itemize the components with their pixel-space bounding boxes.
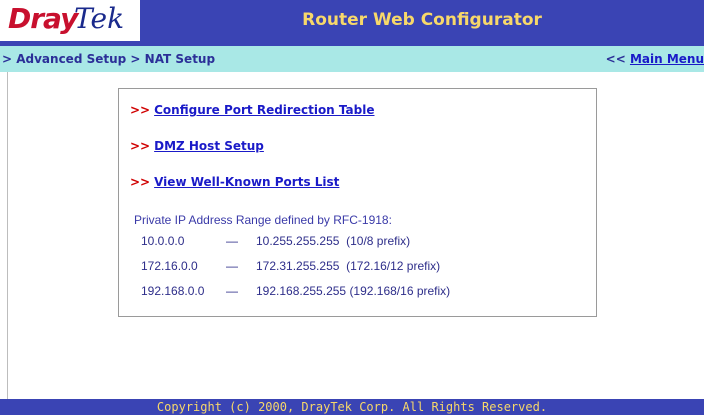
range-start: 192.168.0.0 bbox=[141, 284, 205, 298]
dmz-host-link[interactable]: DMZ Host Setup bbox=[154, 139, 264, 153]
rfc-range-row: 192.168.0.0 — 192.168.255.255 (192.168/1… bbox=[141, 284, 581, 300]
rfc-range-row: 10.0.0.0 — 10.255.255.255 (10/8 prefix) bbox=[141, 234, 581, 250]
header-bar: Dray Tek Router Web Configurator bbox=[0, 0, 704, 46]
range-start: 172.16.0.0 bbox=[141, 259, 198, 273]
range-prefix: (10/8 prefix) bbox=[346, 234, 411, 248]
range-end: 192.168.255.255 bbox=[256, 284, 347, 298]
logo-text-dray: Dray bbox=[8, 2, 78, 35]
range-prefix: (192.168/16 prefix) bbox=[349, 284, 451, 298]
range-end-prefix: 192.168.255.255 (192.168/16 prefix) bbox=[256, 284, 450, 298]
double-arrow-icon: >> bbox=[130, 103, 151, 117]
rfc-title: Private IP Address Range defined by RFC-… bbox=[134, 213, 392, 227]
double-arrow-icon: >> bbox=[130, 175, 151, 189]
range-start: 10.0.0.0 bbox=[141, 234, 185, 248]
port-redirection-link[interactable]: Configure Port Redirection Table bbox=[154, 103, 374, 117]
range-dash: — bbox=[226, 284, 238, 298]
nav-bar: > Advanced Setup > NAT Setup << Main Men… bbox=[0, 46, 704, 72]
well-known-ports-link[interactable]: View Well-Known Ports List bbox=[154, 175, 339, 189]
app-title: Router Web Configurator bbox=[302, 10, 542, 30]
range-dash: — bbox=[226, 259, 238, 273]
range-end-prefix: 172.31.255.255 (172.16/12 prefix) bbox=[256, 259, 440, 273]
content-divider bbox=[7, 72, 8, 399]
draytek-logo: Dray Tek bbox=[0, 0, 142, 41]
copyright-text: Copyright (c) 2000, DrayTek Corp. All Ri… bbox=[156, 400, 548, 414]
nat-setup-panel: >> Configure Port Redirection Table >> DMZ… bbox=[118, 88, 597, 317]
logo-text-tek: Tek bbox=[74, 2, 125, 35]
main-menu-chevron-icon: << bbox=[605, 52, 630, 66]
main-menu-link[interactable]: Main Menu bbox=[630, 52, 704, 66]
rfc-range-row: 172.16.0.0 — 172.31.255.255 (172.16/12 p… bbox=[141, 259, 581, 275]
range-end-prefix: 10.255.255.255 (10/8 prefix) bbox=[256, 234, 410, 248]
footer-bar: Copyright (c) 2000, DrayTek Corp. All Ri… bbox=[0, 399, 704, 415]
range-end: 172.31.255.255 bbox=[256, 259, 340, 273]
link-well-known-ports[interactable]: >> View Well-Known Ports List bbox=[130, 175, 339, 189]
breadcrumb: > Advanced Setup > NAT Setup bbox=[2, 52, 216, 66]
main-menu-link-container: << Main Menu bbox=[606, 46, 704, 72]
double-arrow-icon: >> bbox=[130, 139, 151, 153]
range-end: 10.255.255.255 bbox=[256, 234, 340, 248]
range-prefix: (172.16/12 prefix) bbox=[346, 259, 441, 273]
link-dmz-host[interactable]: >> DMZ Host Setup bbox=[130, 139, 264, 153]
link-port-redirection[interactable]: >> Configure Port Redirection Table bbox=[130, 103, 374, 117]
range-dash: — bbox=[226, 234, 238, 248]
